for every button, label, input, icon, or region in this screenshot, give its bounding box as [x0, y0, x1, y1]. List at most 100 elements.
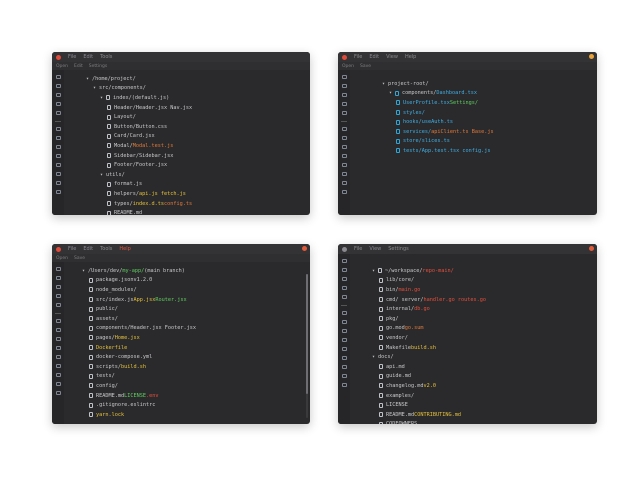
- tree-row[interactable]: Footer/ Footer.jsx: [86, 160, 192, 170]
- close-dot-icon[interactable]: [342, 246, 347, 252]
- tree-row[interactable]: bin/ main.go: [372, 285, 486, 295]
- menu-file[interactable]: File: [354, 54, 362, 60]
- sidebar-nav-icon[interactable]: [341, 259, 347, 263]
- sidebar-nav-icon[interactable]: [55, 346, 61, 350]
- tree-row[interactable]: assets/: [82, 314, 196, 324]
- sidebar-nav-icon[interactable]: [341, 320, 347, 324]
- tree-row[interactable]: ▾ docs/: [372, 352, 486, 362]
- tree-row[interactable]: README.md: [86, 208, 192, 215]
- tree-row[interactable]: pkg/: [372, 314, 486, 324]
- sidebar-nav-icon[interactable]: [341, 181, 347, 185]
- menu-view[interactable]: View: [386, 54, 398, 60]
- tree-row[interactable]: cmd/ server/ handler.go routes.go: [372, 295, 486, 305]
- tree-row[interactable]: ▾ src/components/: [86, 84, 192, 94]
- sidebar-nav-icon[interactable]: [341, 277, 347, 281]
- menu-edit[interactable]: Edit: [369, 54, 379, 60]
- sidebar-nav-icon[interactable]: [55, 84, 61, 88]
- tree-row[interactable]: LICENSE: [372, 400, 486, 410]
- sidebar-nav-icon[interactable]: [55, 328, 61, 332]
- tree-row[interactable]: CODEOWNERS: [372, 420, 486, 424]
- chevron-down-icon[interactable]: ▾: [100, 172, 103, 178]
- tree-row[interactable]: src/index.js App.jsx Router.jsx: [82, 295, 196, 305]
- sidebar-nav-icon[interactable]: [55, 285, 61, 289]
- tree-row[interactable]: lib/ core/: [372, 276, 486, 286]
- sidebar-nav-icon[interactable]: [55, 136, 61, 140]
- sidebar-nav-icon[interactable]: [341, 154, 347, 158]
- tree-row[interactable]: Layout/: [86, 112, 192, 122]
- chevron-down-icon[interactable]: ▾: [86, 76, 89, 82]
- tree-row[interactable]: store/ slices.ts: [382, 137, 494, 147]
- sidebar-nav-icon[interactable]: [55, 337, 61, 341]
- tree-row[interactable]: Dockerfile: [82, 343, 196, 353]
- toolbar-open[interactable]: Open: [56, 256, 68, 261]
- sidebar-nav-icon[interactable]: [55, 102, 61, 106]
- tree-row[interactable]: guide.md: [372, 372, 486, 382]
- sidebar-nav-icon[interactable]: [55, 154, 61, 158]
- sidebar-nav-icon[interactable]: [55, 373, 61, 377]
- tree-row[interactable]: Button/ Button.css: [86, 122, 192, 132]
- toolbar-save[interactable]: Save: [74, 256, 85, 261]
- close-dot-icon[interactable]: [342, 54, 347, 60]
- tree-row[interactable]: scripts/ build.sh: [82, 362, 196, 372]
- sidebar-nav-icon[interactable]: [55, 267, 61, 271]
- sidebar-nav-icon[interactable]: [341, 347, 347, 351]
- sidebar-nav-icon[interactable]: [55, 355, 61, 359]
- tree-row[interactable]: tests/ App.test.tsx config.js: [382, 146, 494, 156]
- tree-row[interactable]: Sidebar/ Sidebar.jsx: [86, 151, 192, 161]
- tree-row[interactable]: Modal/ Modal.test.js: [86, 141, 192, 151]
- chevron-down-icon[interactable]: ▾: [382, 81, 385, 87]
- sidebar-nav-icon[interactable]: [341, 311, 347, 315]
- tree-row[interactable]: services/ apiClient.ts Base.js: [382, 127, 494, 137]
- close-dot-icon[interactable]: [56, 54, 61, 60]
- tree-row[interactable]: internal/ db.go: [372, 304, 486, 314]
- toolbar-open[interactable]: Open: [342, 64, 354, 69]
- sidebar-nav-icon[interactable]: [341, 127, 347, 131]
- tree-row[interactable]: ▾ components/ Dashboard.tsx: [382, 89, 494, 99]
- sidebar-nav-icon[interactable]: [341, 365, 347, 369]
- tree-row[interactable]: README.md LICENSE .env: [82, 391, 196, 401]
- sidebar-nav-icon[interactable]: [55, 111, 61, 115]
- tree-row[interactable]: public/: [82, 304, 196, 314]
- tree-row[interactable]: Header/ Header.jsx Nav.jsx: [86, 103, 192, 113]
- tree-row[interactable]: Makefile build.sh: [372, 343, 486, 353]
- sidebar-nav-icon[interactable]: [55, 181, 61, 185]
- sidebar-nav-icon[interactable]: [55, 145, 61, 149]
- menu-tools[interactable]: Tools: [100, 246, 112, 252]
- sidebar-nav-icon[interactable]: [341, 75, 347, 79]
- sidebar-nav-icon[interactable]: [341, 172, 347, 176]
- tree-row[interactable]: docker-compose.yml: [82, 352, 196, 362]
- sidebar-nav-icon[interactable]: [341, 111, 347, 115]
- tree-row[interactable]: examples/: [372, 391, 486, 401]
- tree-row[interactable]: ▾ index/ (default.js): [86, 93, 192, 103]
- tree-row[interactable]: ▾/Users/dev/ my-app/ (main branch): [82, 266, 196, 276]
- tree-row[interactable]: pages/ Home.jsx: [82, 333, 196, 343]
- tree-row[interactable]: tests/: [82, 372, 196, 382]
- tree-row[interactable]: helpers/ api.js fetch.js: [86, 189, 192, 199]
- sidebar-nav-icon[interactable]: [341, 338, 347, 342]
- menu-view[interactable]: View: [369, 246, 381, 252]
- window-3-scrollbar[interactable]: [306, 274, 308, 418]
- sidebar-nav-icon[interactable]: [55, 93, 61, 97]
- tree-row[interactable]: config/: [82, 381, 196, 391]
- tree-row[interactable]: go.mod go.sum: [372, 324, 486, 334]
- chevron-down-icon[interactable]: ▾: [372, 354, 375, 360]
- chevron-down-icon[interactable]: ▾: [93, 85, 96, 91]
- tree-row[interactable]: yarn.lock: [82, 410, 196, 420]
- tree-row[interactable]: hooks/ useAuth.ts: [382, 117, 494, 127]
- sidebar-nav-icon[interactable]: [55, 303, 61, 307]
- sidebar-nav-icon[interactable]: [55, 276, 61, 280]
- menu-tools[interactable]: Tools: [100, 54, 112, 60]
- chevron-down-icon[interactable]: ▾: [372, 268, 375, 274]
- sidebar-nav-icon[interactable]: [341, 84, 347, 88]
- close-dot-icon[interactable]: [56, 246, 61, 252]
- tree-row[interactable]: components/ Header.jsx Footer.jsx: [82, 324, 196, 334]
- tree-row[interactable]: node_modules/: [82, 285, 196, 295]
- scrollbar-thumb[interactable]: [306, 274, 308, 394]
- tree-row[interactable]: api.md: [372, 362, 486, 372]
- sidebar-nav-icon[interactable]: [55, 190, 61, 194]
- menu-edit[interactable]: Edit: [83, 246, 93, 252]
- tree-row[interactable]: styles/: [382, 108, 494, 118]
- tree-row[interactable]: ▾/home/project/: [86, 74, 192, 84]
- chevron-down-icon[interactable]: ▾: [389, 90, 392, 96]
- menu-help[interactable]: Help: [405, 54, 416, 60]
